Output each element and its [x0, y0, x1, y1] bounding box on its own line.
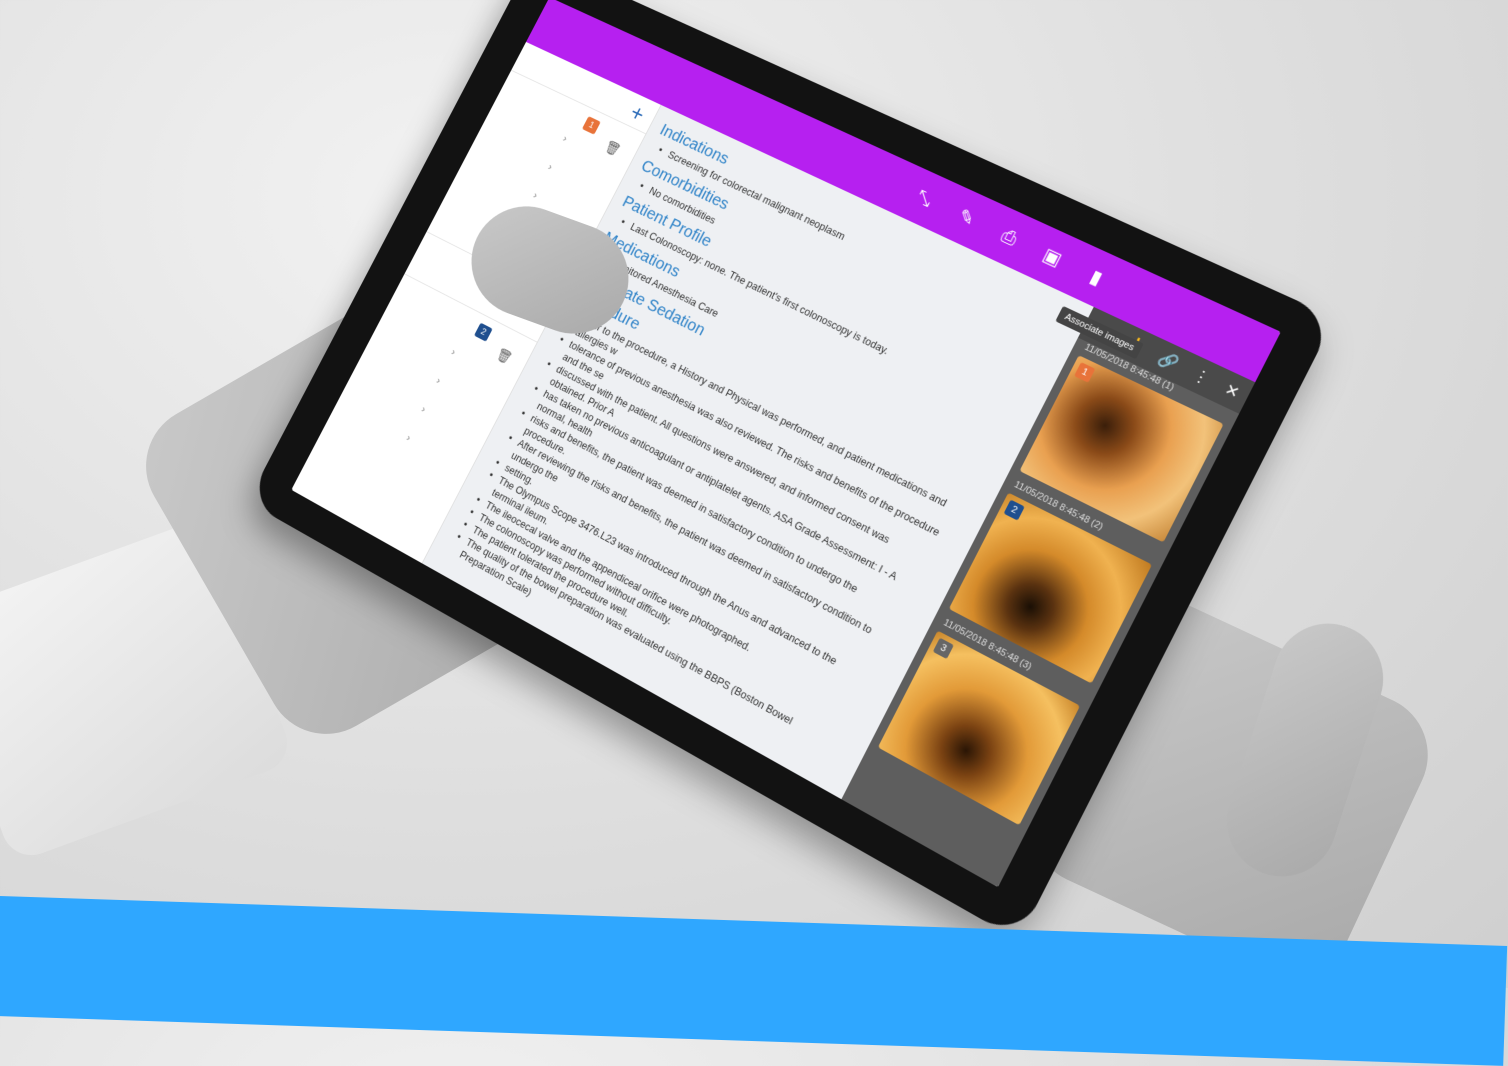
image-associate-icon[interactable]: ▣ — [1037, 243, 1067, 272]
chevron-right-icon[interactable]: › — [531, 189, 539, 201]
group-badge: 2 — [473, 322, 493, 342]
chevron-right-icon[interactable]: › — [404, 431, 412, 443]
more-icon[interactable]: ⋮ — [1190, 365, 1213, 388]
image-badge: 1 — [1074, 362, 1096, 383]
trash-icon[interactable]: 🗑 — [493, 346, 514, 367]
print-icon[interactable]: ⎙ — [994, 223, 1024, 252]
trash-icon[interactable]: 🗑 — [602, 138, 623, 159]
close-icon[interactable]: ✕ — [1222, 380, 1242, 402]
plus-icon[interactable]: + — [626, 99, 649, 127]
image-badge: 2 — [1003, 499, 1025, 521]
group-badge: 1 — [581, 116, 601, 135]
image-badge: 3 — [932, 637, 954, 660]
compress-icon[interactable]: ⤡ — [910, 184, 939, 212]
link-icon[interactable]: 🔗 — [1155, 348, 1181, 373]
edit-icon[interactable]: ✎ — [952, 203, 982, 232]
chevron-right-icon[interactable]: › — [561, 132, 569, 144]
chevron-right-icon[interactable]: › — [546, 161, 554, 173]
chevron-right-icon[interactable]: › — [449, 346, 457, 358]
chevron-right-icon[interactable]: › — [434, 374, 442, 386]
bookmark-icon[interactable]: ▮ — [1081, 263, 1112, 292]
chevron-right-icon[interactable]: › — [419, 403, 427, 415]
